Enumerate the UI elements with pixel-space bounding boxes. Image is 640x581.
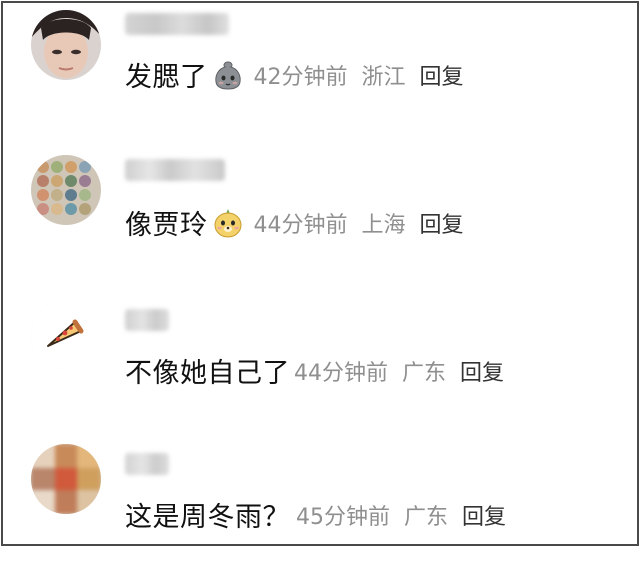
comment-list: 发腮了 42分钟前 浙江 回复 像贾玲 44分钟前 上海 回复 不像她自己了 4…: [1, 1, 639, 546]
comment-time: 44分钟前: [294, 360, 388, 386]
comment-item: 像贾玲 44分钟前 上海 回复: [3, 149, 637, 289]
comment-location: 上海: [361, 212, 406, 238]
comment-time: 44分钟前: [253, 212, 348, 238]
comment-time: 45分钟前: [296, 504, 390, 530]
comment-location: 浙江: [361, 64, 406, 90]
puppy-face-emoji-icon: [212, 207, 244, 239]
comment-row: 像贾玲 44分钟前 上海 回复: [125, 203, 464, 242]
reply-button[interactable]: 回复: [420, 207, 464, 239]
username-blurred[interactable]: [125, 309, 169, 331]
comment-item: 这是周冬雨？ 45分钟前 广东 回复: [3, 441, 637, 581]
comment-time: 42分钟前: [253, 64, 348, 90]
comment-text: 像贾玲: [125, 210, 208, 241]
reply-button[interactable]: 回复: [460, 355, 504, 387]
comment-row: 这是周冬雨？ 45分钟前 广东 回复: [125, 495, 506, 534]
comment-row: 不像她自己了 44分钟前 广东 回复: [125, 351, 504, 390]
comment-item: 不像她自己了 44分钟前 广东 回复: [3, 295, 637, 435]
username-blurred[interactable]: [125, 159, 225, 181]
avatar[interactable]: [31, 300, 101, 370]
comment-text: 这是周冬雨？: [125, 502, 290, 533]
shy-face-emoji-icon: [212, 59, 244, 91]
comment-text: 不像她自己了: [125, 358, 290, 389]
username-blurred[interactable]: [125, 453, 169, 475]
reply-button[interactable]: 回复: [462, 499, 506, 531]
comment-row: 发腮了 42分钟前 浙江 回复: [125, 55, 464, 94]
reply-button[interactable]: 回复: [420, 59, 464, 91]
avatar[interactable]: [31, 10, 101, 80]
username-blurred[interactable]: [125, 13, 229, 35]
avatar[interactable]: [31, 444, 101, 514]
comment-text: 发腮了: [125, 62, 208, 93]
comment-location: 广东: [404, 504, 449, 530]
comment-location: 广东: [402, 360, 447, 386]
comment-item: 发腮了 42分钟前 浙江 回复: [3, 3, 637, 143]
avatar[interactable]: [31, 155, 101, 225]
